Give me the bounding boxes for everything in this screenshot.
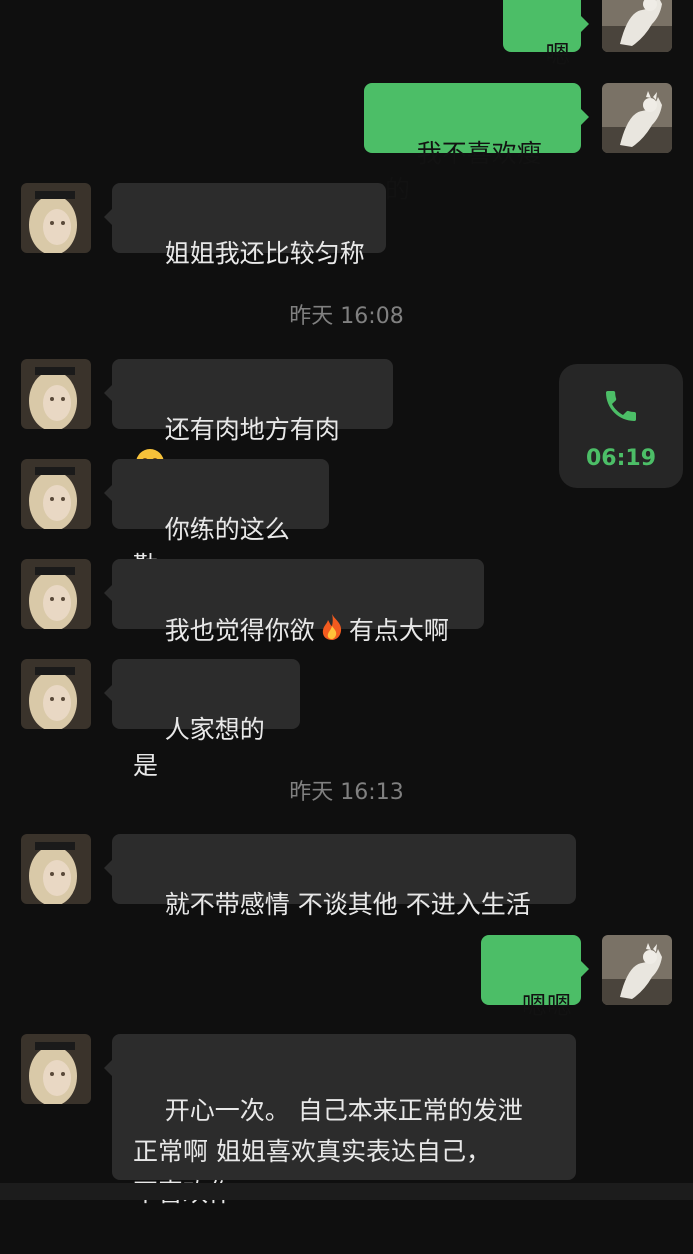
message-bubble-received[interactable]: 人家想的是 (104, 659, 300, 780)
fire-emoji-icon (317, 612, 347, 652)
timestamp: 昨天 16:13 (289, 780, 404, 805)
contact-avatar[interactable] (21, 183, 91, 253)
blonde-woman-avatar-icon (21, 834, 91, 904)
timestamp: 昨天 16:08 (289, 304, 404, 329)
message-bubble-received[interactable]: 姐姐我还比较匀称 (104, 183, 386, 268)
message-bubble-received[interactable]: 你练的这么勤 (104, 459, 329, 580)
blonde-woman-avatar-icon (21, 183, 91, 253)
blonde-woman-avatar-icon (21, 459, 91, 529)
contact-avatar[interactable] (21, 559, 91, 629)
chat-view: 嗯 我不喜欢瘦的 姐姐我还比较匀称 昨天 16:08 还有肉地方有肉 06:19… (0, 0, 693, 1207)
voice-call-card[interactable]: 06:19 (559, 364, 683, 488)
message-bubble-sent[interactable]: 嗯嗯 (481, 935, 589, 1020)
message-text: 还有肉地方有肉 (164, 415, 340, 444)
message-text: 姐姐我还比较匀称 (164, 239, 365, 268)
contact-avatar[interactable] (21, 459, 91, 529)
blonde-woman-avatar-icon (21, 659, 91, 729)
contact-avatar[interactable] (21, 1034, 91, 1104)
message-text: 就不带感情 不谈其他 不进入生活 (164, 890, 531, 919)
message-text: 人家想的是 (133, 715, 265, 780)
message-text: 嗯 (545, 40, 571, 69)
message-bubble-sent[interactable]: 嗯 (503, 0, 589, 69)
white-cat-avatar-icon (602, 83, 672, 153)
blonde-woman-avatar-icon (21, 359, 91, 429)
contact-avatar[interactable] (21, 359, 91, 429)
contact-avatar[interactable] (21, 659, 91, 729)
message-text: 有点大啊 (348, 616, 449, 645)
phone-icon (606, 391, 636, 421)
message-bubble-received[interactable]: 我也觉得你欲 有点大啊 (104, 559, 484, 645)
message-bubble-received[interactable]: 还有肉地方有肉 (104, 359, 393, 477)
call-duration: 06:19 (585, 446, 657, 471)
blonde-woman-avatar-icon (21, 559, 91, 629)
message-text: 嗯嗯 (521, 991, 572, 1020)
message-bubble-received[interactable]: 就不带感情 不谈其他 不进入生活 (104, 834, 576, 919)
contact-avatar[interactable] (21, 834, 91, 904)
my-avatar[interactable] (602, 935, 672, 1005)
bottom-bar (0, 1183, 693, 1200)
message-bubble-sent[interactable]: 我不喜欢瘦的 (364, 83, 589, 204)
message-bubble-received[interactable]: 开心一次。 自己本来正常的发泄 正常啊 姐姐喜欢真实表达自己， 不喜欢作 (104, 1034, 576, 1207)
white-cat-avatar-icon (602, 0, 672, 52)
message-text: 我也觉得你欲 (164, 616, 315, 645)
message-text: 我不喜欢瘦的 (385, 139, 542, 204)
my-avatar[interactable] (602, 0, 672, 52)
blonde-woman-avatar-icon (21, 1034, 91, 1104)
white-cat-avatar-icon (602, 935, 672, 1005)
my-avatar[interactable] (602, 83, 672, 153)
